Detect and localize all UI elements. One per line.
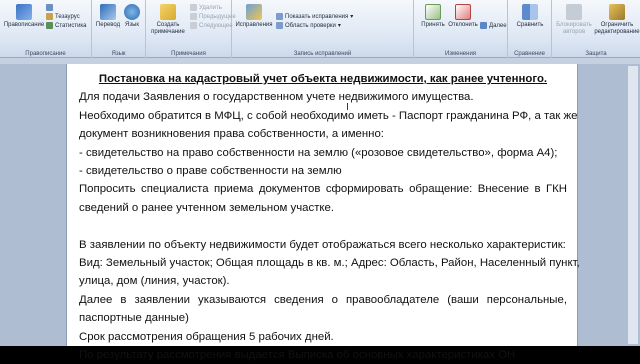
group-language: Перевод Язык Язык	[92, 0, 146, 58]
thesaurus-label: Тезаурус	[55, 13, 80, 20]
doc-line: Для подачи Заявления о государственном у…	[79, 91, 474, 104]
lock-icon	[609, 4, 625, 20]
show-markup-icon	[276, 13, 283, 20]
doc-line: Вид: Земельный участок; Общая площадь в …	[79, 257, 580, 270]
doc-line: Срок рассмотрения обращения 5 рабочих дн…	[79, 330, 334, 343]
show-markup-label: Показать исправления	[285, 13, 349, 20]
globe-icon	[124, 4, 140, 20]
spelling-label: Правописание	[3, 22, 45, 28]
text-cursor-icon: Ι	[346, 102, 349, 113]
next-comment-icon	[190, 22, 197, 29]
translate-icon	[100, 4, 116, 20]
accept-icon	[425, 4, 441, 20]
next-change-icon	[480, 22, 487, 29]
group-label-language: Язык	[111, 51, 126, 57]
reviewing-pane-icon	[276, 22, 283, 29]
delete-comment-label: Удалить	[199, 4, 222, 11]
next-comment-label: Следующее	[199, 22, 233, 29]
delete-comment-button[interactable]: Удалить	[190, 4, 222, 11]
word-window: Правописание Тезаурус Статистика Правопи…	[0, 0, 640, 361]
block-authors-icon	[566, 4, 582, 20]
vertical-scrollbar[interactable]	[628, 66, 638, 344]
document-body[interactable]: Постановка на кадастровый учет объекта н…	[79, 70, 580, 364]
doc-line: В заявлении по объекту недвижимости буде…	[79, 238, 566, 251]
thesaurus-icon	[46, 13, 53, 20]
doc-line: улица, дом (линия, участок).	[79, 275, 230, 288]
reject-label: Отклонить	[448, 22, 478, 28]
doc-line: Попросить специалиста приема документов …	[79, 183, 567, 196]
doc-line: - свидетельство о праве собственности на…	[79, 165, 342, 178]
track-changes-button[interactable]: Исправления	[235, 4, 273, 29]
accept-label: Принять	[421, 22, 445, 28]
ribbon-review-tab: Правописание Тезаурус Статистика Правопи…	[0, 0, 640, 58]
chevron-down-icon: ▾	[337, 23, 341, 29]
new-comment-icon	[160, 4, 176, 20]
word-count-button[interactable]: Статистика	[46, 22, 87, 29]
group-comments: Создать примечание Удалить Предыдущее Сл…	[146, 0, 236, 58]
restrict-editing-label: Ограничить редактирование	[594, 22, 640, 35]
word-count-label: Статистика	[55, 22, 87, 29]
word-count-icon	[46, 22, 53, 29]
block-authors-label: Блокировать авторов	[556, 22, 592, 35]
next-change-label: Далее	[489, 22, 507, 29]
translate-button[interactable]: Перевод	[96, 4, 120, 29]
research-button[interactable]	[46, 4, 53, 11]
spelling-button[interactable]: Правописание	[4, 4, 44, 29]
reviewing-pane-label: Область проверки	[285, 22, 336, 29]
language-button[interactable]: Язык	[121, 4, 143, 29]
compare-label: Сравнить	[516, 22, 544, 28]
video-frame: Правописание Тезаурус Статистика Правопи…	[0, 0, 640, 361]
doc-line: сведений о ранее учтенном земельном учас…	[79, 201, 335, 214]
new-comment-label: Создать примечание	[151, 22, 185, 35]
doc-line: - свидетельство на право собственности н…	[79, 146, 558, 159]
document-title: Постановка на кадастровый учет объекта н…	[98, 73, 548, 85]
document-area: Постановка на кадастровый учет объекта н…	[0, 64, 640, 361]
accept-button[interactable]: Принять	[420, 4, 446, 29]
compare-button[interactable]: Сравнить	[514, 4, 546, 29]
document-page[interactable]: Постановка на кадастровый учет объекта н…	[66, 64, 580, 361]
reviewing-pane-dropdown[interactable]: Область проверки ▾	[276, 22, 341, 29]
next-change-button[interactable]: Далее	[480, 22, 507, 29]
group-label-proofing: Правописание	[25, 51, 66, 57]
track-changes-icon	[246, 4, 262, 20]
group-compare: Сравнить Сравнение	[508, 0, 552, 58]
previous-comment-button[interactable]: Предыдущее	[190, 13, 236, 20]
translate-label: Перевод	[95, 22, 121, 28]
show-markup-dropdown[interactable]: Показать исправления ▾	[276, 13, 353, 20]
group-label-changes: Изменения	[444, 51, 477, 57]
reject-icon	[455, 4, 471, 20]
doc-line: паспортные данные)	[79, 312, 189, 325]
group-label-compare: Сравнение	[514, 51, 545, 57]
group-tracking: Исправления Показать исправления ▾ Облас…	[232, 0, 414, 58]
block-authors-button[interactable]: Блокировать авторов	[554, 4, 594, 36]
reject-button[interactable]: Отклонить	[448, 4, 478, 29]
spelling-icon	[16, 4, 32, 20]
empty-line	[79, 217, 567, 235]
language-label: Язык	[124, 22, 140, 28]
group-label-comments: Примечания	[171, 51, 206, 57]
restrict-editing-button[interactable]: Ограничить редактирование	[594, 4, 640, 36]
group-changes: Принять Отклонить Далее Изменения	[414, 0, 508, 58]
doc-line: Далее в заявлении указываются сведения о…	[79, 293, 567, 306]
previous-comment-icon	[190, 13, 197, 20]
chevron-down-icon: ▾	[350, 14, 354, 20]
previous-comment-label: Предыдущее	[199, 13, 236, 20]
delete-comment-icon	[190, 4, 197, 11]
group-label-protect: Защита	[585, 51, 607, 57]
doc-line: документ возникновения права собственнос…	[79, 128, 384, 141]
research-icon	[46, 4, 53, 11]
doc-line: По результату рассмотрения выдается Выпи…	[79, 349, 516, 362]
next-comment-button[interactable]: Следующее	[190, 22, 233, 29]
group-label-tracking: Запись исправлений	[293, 51, 352, 57]
track-changes-label: Исправления	[235, 22, 273, 28]
group-protect: Блокировать авторов Ограничить редактиро…	[552, 0, 640, 58]
new-comment-button[interactable]: Создать примечание	[150, 4, 186, 36]
compare-icon	[522, 4, 538, 20]
doc-line: Необходимо обратится в МФЦ, с собой необ…	[79, 109, 578, 122]
group-proofing: Правописание Тезаурус Статистика Правопи…	[0, 0, 92, 58]
thesaurus-button[interactable]: Тезаурус	[46, 13, 80, 20]
